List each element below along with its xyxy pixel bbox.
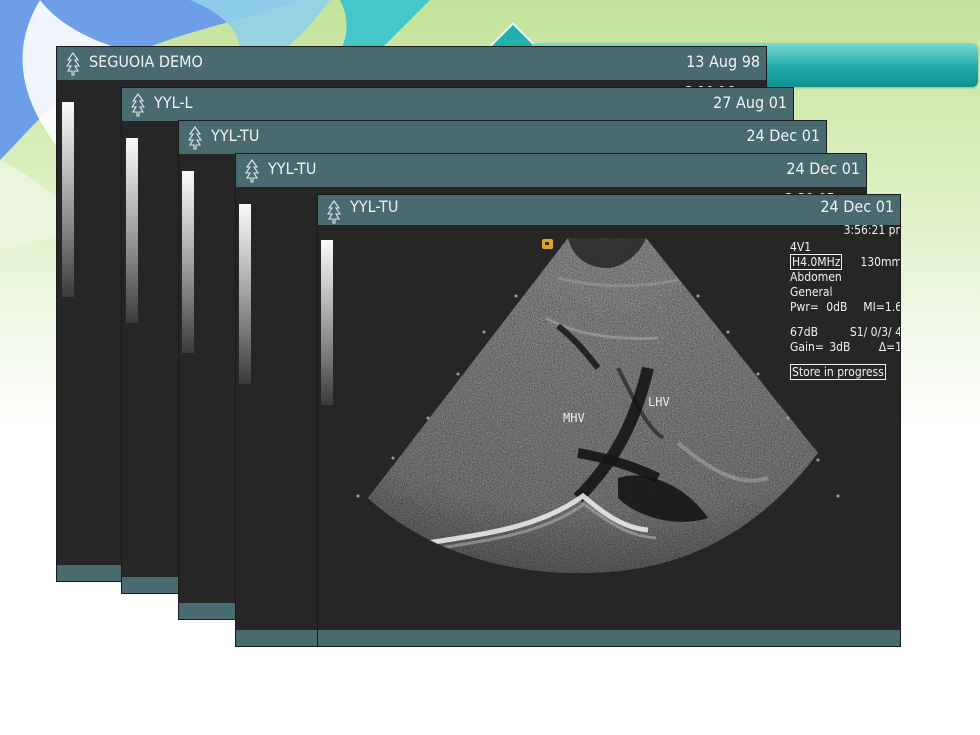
store-status: Store in progress [790, 364, 886, 380]
ultrasound-frame-5: YYL-TU 24 Dec 01 3:56:21 pm 4V1 H4.0MHz … [318, 195, 900, 646]
power-label: Pwr= [790, 300, 819, 314]
patient-name: YYL-TU [268, 159, 317, 178]
grayscale-bar [126, 138, 138, 323]
scan-parameters-panel: 3:56:21 pm 4V1 H4.0MHz 130mm Abdomen Gene… [790, 223, 900, 380]
power-value: 0dB [826, 300, 848, 314]
frame-header: YYL-TU 24 Dec 01 [236, 154, 866, 187]
patient-name: YYL-TU [350, 197, 399, 216]
grayscale-bar [321, 240, 333, 405]
exam-date: 24 Dec 01 [746, 126, 820, 145]
grayscale-bar [62, 102, 74, 297]
frame-header: YYL-TU 24 Dec 01 [318, 195, 900, 225]
patient-name: YYL-TU [211, 126, 260, 145]
tree-logo-icon [245, 159, 259, 183]
probe-type: 4V1 [790, 240, 812, 254]
scan-settings: S1/ 0/3/ 4 [849, 325, 900, 339]
depth-readout: 130mm [860, 255, 900, 269]
frame-header: YYL-TU 24 Dec 01 [179, 121, 826, 154]
mechanical-index: MI=1.6 [863, 300, 900, 314]
tree-logo-icon [188, 126, 202, 150]
exam-time: 3:56:21 pm [843, 223, 900, 237]
gain-value: 3dB [829, 340, 851, 354]
exam-date: 24 Dec 01 [786, 159, 860, 178]
exam-date: 13 Aug 98 [686, 52, 760, 71]
delta-readout: Δ=1 [878, 340, 900, 354]
tree-logo-icon [66, 52, 80, 76]
dynamic-range: 67dB [790, 325, 818, 339]
gain-label: Gain= [790, 340, 824, 354]
mhv-label: MHV [563, 411, 585, 425]
grayscale-bar [239, 204, 251, 384]
frame-header: SEGUOIA DEMO 13 Aug 98 [57, 47, 766, 80]
exam-date: 27 Aug 01 [713, 93, 787, 112]
frame-header: YYL-L 27 Aug 01 [122, 88, 793, 121]
grayscale-bar [182, 171, 194, 353]
frequency-readout: H4.0MHz [790, 254, 843, 270]
focus-marker-icon [542, 239, 553, 249]
tree-logo-icon [131, 93, 145, 117]
tree-logo-icon [327, 200, 341, 224]
preset-label: Abdomen [790, 270, 842, 284]
patient-name: YYL-L [154, 93, 193, 112]
mode-label: General [790, 285, 833, 299]
patient-name: SEGUOIA DEMO [89, 52, 203, 71]
exam-date: 24 Dec 01 [820, 197, 894, 216]
frame-footer [318, 630, 900, 646]
lhv-label: LHV [648, 395, 670, 409]
